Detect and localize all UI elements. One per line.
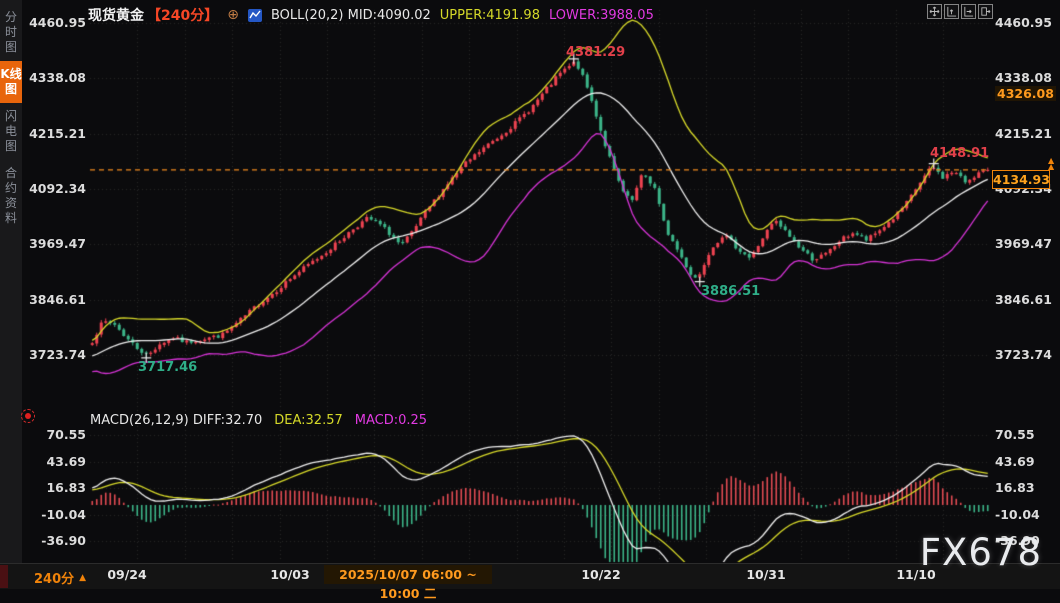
macd-header: MACD(26,12,9) DIFF:32.70 DEA:32.57 MACD:… — [90, 413, 427, 428]
boll-lower-label: LOWER:3988.05 — [549, 8, 654, 23]
macd-dea-label: DEA:32.57 — [274, 413, 343, 428]
annotation-peak-price: 4381.29 — [566, 45, 625, 60]
price-axis-label: 4460.95 — [0, 15, 86, 30]
date-tick: 10/22 — [581, 567, 620, 582]
up-triangle-icon: ▲ — [79, 573, 86, 583]
pan-icon[interactable] — [927, 4, 942, 19]
price-axis-label: 3846.61 — [0, 292, 86, 307]
macd-title: MACD(26,12,9) — [90, 413, 189, 428]
macd-axis-label: 16.83 — [995, 480, 1057, 495]
date-tick: 09/24 — [107, 567, 146, 582]
price-axis-label: 3969.47 — [0, 236, 86, 251]
macd-axis-label: -36.90 — [0, 533, 86, 548]
price-axis-label: 4215.21 — [995, 126, 1057, 141]
macd-macd-label: MACD:0.25 — [355, 413, 427, 428]
annotation-start-low-price: 3717.46 — [138, 360, 197, 375]
alert-price-label: 4326.08 — [995, 86, 1056, 101]
price-axis-label: 4338.08 — [0, 70, 86, 85]
pop-out-icon[interactable] — [978, 4, 993, 19]
gold-kline-app: { "window": { "watermark": "FX678" }, "s… — [0, 0, 1060, 588]
zoom-horizontal-icon[interactable] — [961, 4, 976, 19]
price-axis-label: 3723.74 — [995, 347, 1057, 362]
annotation-mid-low-price: 3886.51 — [701, 284, 760, 299]
bottom-left-marker — [0, 565, 8, 588]
symbol-name: 现货黄金 — [88, 5, 144, 25]
add-indicator-icon[interactable]: ⊕ — [227, 7, 239, 23]
price-axis-label: 3723.74 — [0, 347, 86, 362]
chart-canvas[interactable] — [0, 0, 1060, 588]
mini-chart-icon[interactable] — [248, 9, 262, 22]
chart-header: 现货黄金【240分】 ⊕ BOLL(20,2) MID:4090.02 UPPE… — [88, 5, 654, 25]
macd-axis-label: 43.69 — [0, 454, 86, 469]
crosshair-date-readout: 2025/10/07 06:00 ~ 10:00 二 — [324, 565, 492, 584]
boll-mid-label: BOLL(20,2) MID:4090.02 — [271, 8, 431, 23]
price-axis-label: 4338.08 — [995, 70, 1057, 85]
chart-toolbar — [927, 4, 993, 19]
macd-diff-label: DIFF:32.70 — [193, 413, 262, 428]
scroll-up-arrows-icon[interactable]: ▲▲ — [1048, 158, 1054, 170]
macd-axis-label: -10.04 — [0, 507, 86, 522]
sidebar-tab-contract-info[interactable]: 合约资料 — [0, 160, 22, 232]
macd-axis-label: 70.55 — [0, 427, 86, 442]
period-label: 240分 — [34, 568, 74, 587]
period-selector[interactable]: 240分 ▲ — [28, 567, 92, 588]
zoom-vertical-icon[interactable] — [944, 4, 959, 19]
last-price-box: 4134.93 — [992, 170, 1050, 189]
price-axis-label: 4092.34 — [0, 181, 86, 196]
annotation-recent-high-price: 4148.91 — [930, 146, 989, 161]
macd-axis-label: -10.04 — [995, 507, 1057, 522]
macd-axis-label: 43.69 — [995, 454, 1057, 469]
price-axis-label: 4215.21 — [0, 126, 86, 141]
sidebar-tab-time-chart[interactable]: 分时图 — [0, 4, 22, 61]
price-axis-label: 3846.61 — [995, 292, 1057, 307]
date-tick: 10/31 — [746, 567, 785, 582]
boll-upper-label: UPPER:4191.98 — [440, 8, 540, 23]
date-tick: 10/03 — [270, 567, 309, 582]
macd-axis-label: 70.55 — [995, 427, 1057, 442]
period-badge: 【240分】 — [147, 5, 218, 25]
price-axis-label: 4460.95 — [995, 15, 1057, 30]
price-axis-label: 3969.47 — [995, 236, 1057, 251]
watermark: FX678 — [920, 531, 1042, 574]
macd-axis-label: 16.83 — [0, 480, 86, 495]
alert-icon[interactable] — [21, 409, 35, 423]
